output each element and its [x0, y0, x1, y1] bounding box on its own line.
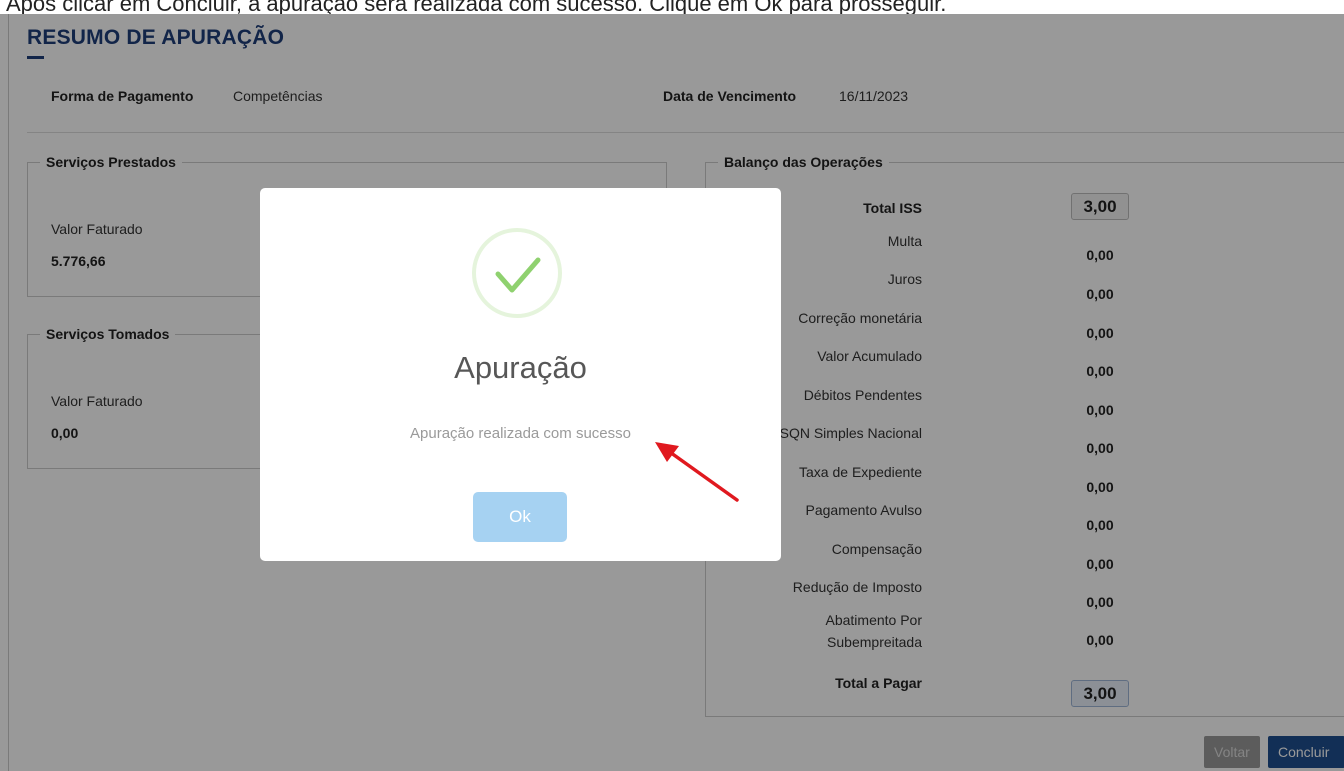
ok-button[interactable]: Ok — [473, 492, 567, 542]
success-check-icon — [472, 228, 562, 318]
page-header-fragment: Após clicar em Concluir, a apuração será… — [6, 0, 947, 14]
red-arrow-annotation-icon — [655, 442, 739, 502]
modal-title: Apuração — [454, 350, 587, 385]
